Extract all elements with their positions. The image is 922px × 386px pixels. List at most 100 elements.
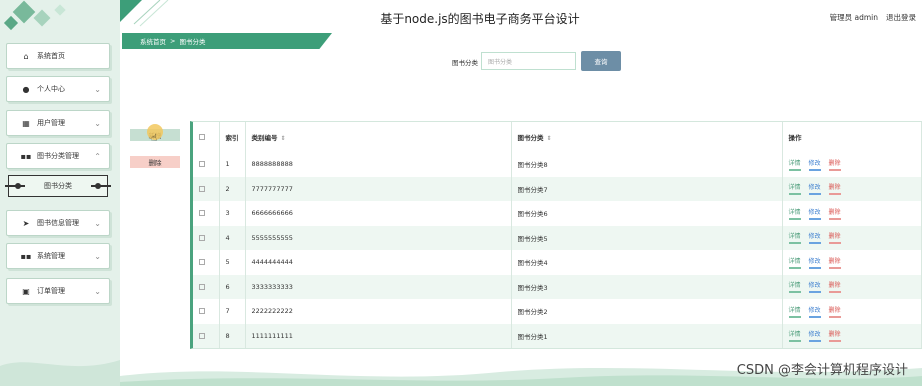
row-code: 3333333333 (245, 274, 512, 299)
row-delete-button[interactable]: 删除 (828, 158, 841, 171)
sidebar-item-profile[interactable]: ● 个人中心 ⌄ (6, 76, 110, 102)
chevron-down-icon: ⌄ (94, 84, 101, 94)
table-row: 2 7777777777 图书分类7 详情 修改 删除 (193, 176, 922, 201)
sidebar-item-orders[interactable]: ▣ 订单管理 ⌄ (6, 278, 110, 304)
header-code-label: 类别编号 (251, 134, 278, 142)
detail-button[interactable]: 详情 (788, 329, 801, 343)
table-row: 7 2222222222 图书分类2 详情 修改 删除 (193, 299, 922, 324)
pointer-cursor-icon: ☝ (151, 133, 158, 144)
select-all-checkbox[interactable] (199, 134, 205, 140)
row-select-cell[interactable] (193, 201, 220, 226)
row-delete-button[interactable]: 删除 (828, 280, 841, 294)
chevron-up-icon: ⌃ (94, 151, 101, 161)
row-index: 8 (219, 323, 246, 348)
row-category: 图书分类2 (511, 299, 783, 324)
table-row: 8 1111111111 图书分类1 详情 修改 删除 (193, 323, 922, 348)
home-icon: ⌂ (23, 51, 29, 61)
breadcrumb-separator: > (170, 37, 176, 45)
select-all-cell[interactable] (193, 122, 220, 152)
breadcrumb-home[interactable]: 系统首页 (140, 36, 166, 46)
row-checkbox[interactable] (199, 308, 205, 315)
row-delete-button[interactable]: 删除 (828, 182, 841, 196)
row-select-cell[interactable] (193, 152, 220, 177)
edit-button[interactable]: 修改 (808, 305, 821, 318)
sort-icon[interactable]: ⇕ (547, 135, 552, 142)
apps-icon: ▪▪ (20, 251, 32, 261)
row-category: 图书分类7 (511, 176, 783, 201)
sidebar-item-label: 个人中心 (37, 85, 65, 93)
edit-button[interactable]: 修改 (808, 158, 821, 171)
row-category: 图书分类3 (511, 274, 783, 299)
row-delete-button[interactable]: 删除 (828, 305, 841, 318)
row-select-cell[interactable] (193, 274, 220, 299)
row-checkbox[interactable] (199, 283, 205, 290)
row-checkbox[interactable] (199, 161, 205, 168)
row-delete-button[interactable]: 删除 (828, 207, 841, 220)
sidebar-item-system[interactable]: ▪▪ 系统管理 ⌄ (6, 243, 110, 269)
sidebar-item-label: 用户管理 (37, 119, 65, 127)
sidebar-item-home[interactable]: ⌂ 系统首页 (6, 43, 110, 69)
edit-button[interactable]: 修改 (808, 231, 821, 245)
chevron-down-icon: ⌄ (94, 251, 101, 261)
sidebar-item-book-info[interactable]: ➤ 图书信息管理 ⌄ (6, 210, 110, 236)
chevron-down-icon: ⌄ (94, 286, 101, 296)
watermark: CSDN @李会计算机程序设计 (736, 363, 908, 378)
row-index: 2 (219, 176, 246, 201)
search-button[interactable]: 查询 (581, 51, 621, 71)
edit-button[interactable]: 修改 (808, 182, 821, 196)
row-delete-button[interactable]: 删除 (828, 231, 841, 245)
row-select-cell[interactable] (193, 225, 220, 250)
search-input[interactable]: 图书分类 (481, 52, 576, 70)
edit-button[interactable]: 修改 (808, 256, 821, 269)
list-icon: ▣ (22, 286, 30, 296)
logo-decoration (0, 0, 120, 38)
row-category: 图书分类6 (511, 201, 783, 226)
header-code[interactable]: 类别编号 ⇕ (245, 122, 512, 152)
sidebar-wave-decoration (0, 360, 120, 386)
row-ops: 详情 修改 删除 (782, 323, 922, 348)
submenu-item-book-category[interactable]: 图书分类 (5, 175, 111, 197)
chevron-down-icon: ⌄ (94, 218, 101, 228)
table-row: 5 4444444444 图书分类4 详情 修改 删除 (193, 250, 922, 275)
sort-icon[interactable]: ⇕ (281, 135, 286, 142)
delete-button[interactable]: 删除 (130, 156, 180, 168)
table-header-row: 索引 类别编号 ⇕ 图书分类 ⇕ 操作 (193, 122, 922, 152)
sidebar-item-book-category[interactable]: ▪▪ 图书分类管理 ⌃ (6, 143, 110, 169)
detail-button[interactable]: 详情 (788, 280, 801, 294)
detail-button[interactable]: 详情 (788, 182, 801, 196)
row-checkbox[interactable] (199, 210, 205, 217)
sidebar-item-users[interactable]: ▦ 用户管理 ⌄ (6, 110, 110, 136)
submenu-label: 图书分类 (44, 182, 72, 190)
row-ops: 详情 修改 删除 (782, 152, 922, 177)
page-title: 基于node.js的图书电子商务平台设计 (380, 12, 580, 26)
row-checkbox[interactable] (199, 332, 205, 339)
user-label: 管理员 admin (829, 13, 878, 22)
row-code: 4444444444 (245, 250, 512, 275)
edit-button[interactable]: 修改 (808, 280, 821, 294)
row-select-cell[interactable] (193, 250, 220, 275)
detail-button[interactable]: 详情 (788, 207, 801, 220)
row-category: 图书分类8 (511, 152, 783, 177)
row-delete-button[interactable]: 删除 (828, 329, 841, 343)
header-category-label: 图书分类 (517, 134, 544, 142)
row-checkbox[interactable] (199, 259, 205, 266)
edit-button[interactable]: 修改 (808, 329, 821, 343)
detail-button[interactable]: 详情 (788, 231, 801, 245)
table-row: 6 3333333333 图书分类3 详情 修改 删除 (193, 274, 922, 299)
row-checkbox[interactable] (199, 185, 205, 192)
row-checkbox[interactable] (199, 234, 205, 241)
detail-button[interactable]: 详情 (788, 158, 801, 171)
selection-handle-right (91, 185, 111, 187)
edit-button[interactable]: 修改 (808, 207, 821, 220)
row-delete-button[interactable]: 删除 (828, 256, 841, 269)
row-code: 1111111111 (245, 323, 512, 348)
row-select-cell[interactable] (193, 176, 220, 201)
detail-button[interactable]: 详情 (788, 305, 801, 318)
detail-button[interactable]: 详情 (788, 256, 801, 269)
table-row: 3 6666666666 图书分类6 详情 修改 删除 (193, 201, 922, 226)
logout-link[interactable]: 退出登录 (886, 12, 916, 23)
header-category[interactable]: 图书分类 ⇕ (511, 122, 783, 152)
row-select-cell[interactable] (193, 299, 220, 324)
row-ops: 详情 修改 删除 (782, 299, 922, 324)
row-select-cell[interactable] (193, 323, 220, 348)
